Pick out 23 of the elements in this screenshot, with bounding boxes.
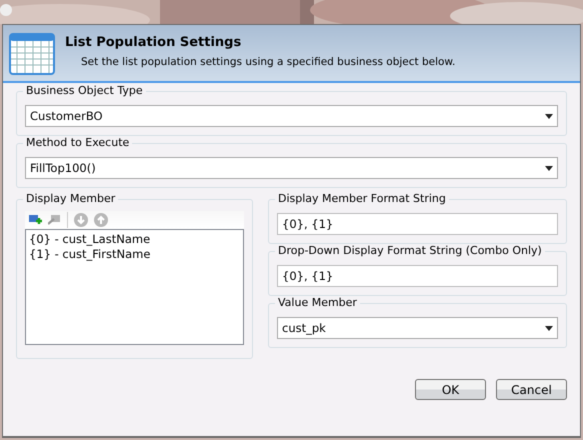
dialog-title: List Population Settings [65,35,242,50]
dialog-subtitle: Set the list population settings using a specified business object below. [81,56,456,68]
list-box[interactable]: {0} - cust_LastName {1} - cust_FirstName [25,229,244,345]
group-label: Display Member Format String [275,192,449,205]
dropdown[interactable]: CustomerBO [25,105,558,127]
group-label: Method to Execute [23,136,132,149]
dialog-button[interactable]: OK [415,379,486,400]
table-icon [9,33,55,75]
list-item[interactable]: {0} - cust_LastName [29,232,240,247]
dialog-button[interactable]: Cancel [496,379,567,400]
caret-icon [545,114,553,118]
text-field[interactable]: {0}, {1} [277,213,558,235]
group-label: Value Member [275,296,360,309]
group-label: Drop-Down Display Format String (Combo Only) [275,244,545,257]
list-item[interactable]: {1} - cust_FirstName [29,247,240,262]
text-field[interactable]: {0}, {1} [277,265,558,287]
group-label: Business Object Type [23,84,146,97]
caret-icon [545,326,553,330]
dropdown[interactable]: FillTop100() [25,157,558,179]
add-row-icon[interactable] [29,214,42,226]
caret-icon [545,166,553,170]
group-label: Display Member [23,192,118,205]
dropdown[interactable]: cust_pk [277,317,558,339]
